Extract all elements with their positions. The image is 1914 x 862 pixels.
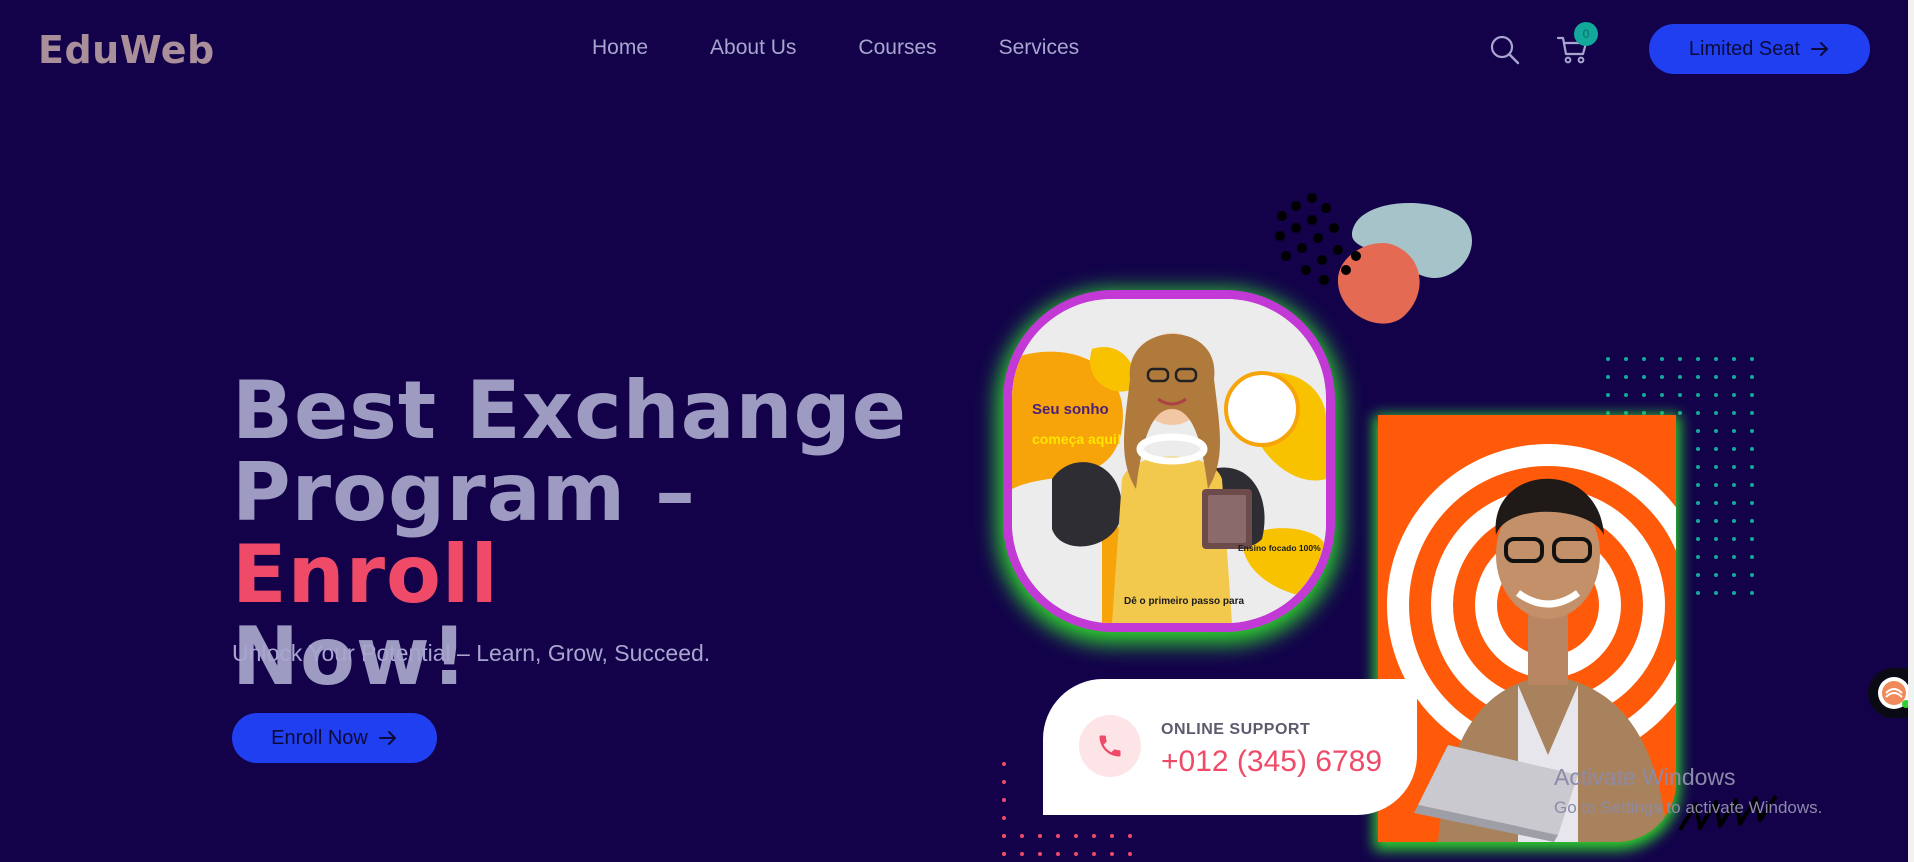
student-girl-image: Seu sonho começa aqui! Ensino focado 100… <box>1012 299 1326 623</box>
site-logo[interactable]: EduWeb <box>38 28 215 72</box>
nav-about-us[interactable]: About Us <box>710 36 796 60</box>
activate-windows-subtitle: Go to Settings to activate Windows. <box>1554 798 1823 817</box>
main-nav: Home About Us Courses Services <box>592 36 1079 60</box>
limited-seat-button[interactable]: Limited Seat <box>1649 24 1870 74</box>
enroll-now-button[interactable]: Enroll Now <box>232 713 437 763</box>
nav-services[interactable]: Services <box>999 36 1080 60</box>
promo-text-dream: Seu sonho <box>1032 401 1109 418</box>
support-label: ONLINE SUPPORT <box>1161 721 1311 738</box>
search-icon[interactable] <box>1489 34 1521 66</box>
promo-text-dream-accent: começa aqui! <box>1032 431 1121 447</box>
activate-windows-title: Activate Windows <box>1554 764 1736 790</box>
nav-home[interactable]: Home <box>592 36 648 60</box>
nav-courses[interactable]: Courses <box>858 36 936 60</box>
arrow-right-icon <box>1811 42 1829 56</box>
hero-subtitle: Unlock Your Potential – Learn, Grow, Suc… <box>232 640 711 666</box>
online-support-card: ONLINE SUPPORT +012 (345) 6789 <box>1043 679 1417 815</box>
phone-icon[interactable] <box>1079 715 1141 777</box>
page-scrollbar[interactable] <box>1908 0 1914 862</box>
arrow-right-icon <box>378 731 396 745</box>
promo-text-focus: Ensino focado 100% no ENEM. <box>1238 543 1326 553</box>
student-girl-illustration: Seu sonho começa aqui! Ensino focado 100… <box>1012 299 1326 623</box>
cart-count-badge: 0 <box>1574 22 1598 46</box>
hero-title-accent: Enroll <box>232 528 499 621</box>
student-image-frame: Seu sonho começa aqui! Ensino focado 100… <box>1003 290 1335 632</box>
hero-title-part1: Best Exchange Program – <box>232 364 908 539</box>
enroll-now-label: Enroll Now <box>271 726 368 749</box>
limited-seat-label: Limited Seat <box>1688 37 1801 60</box>
support-phone-number[interactable]: +012 (345) 6789 <box>1161 745 1382 779</box>
promo-text-step: Dê o primeiro passo para <box>1124 596 1244 607</box>
